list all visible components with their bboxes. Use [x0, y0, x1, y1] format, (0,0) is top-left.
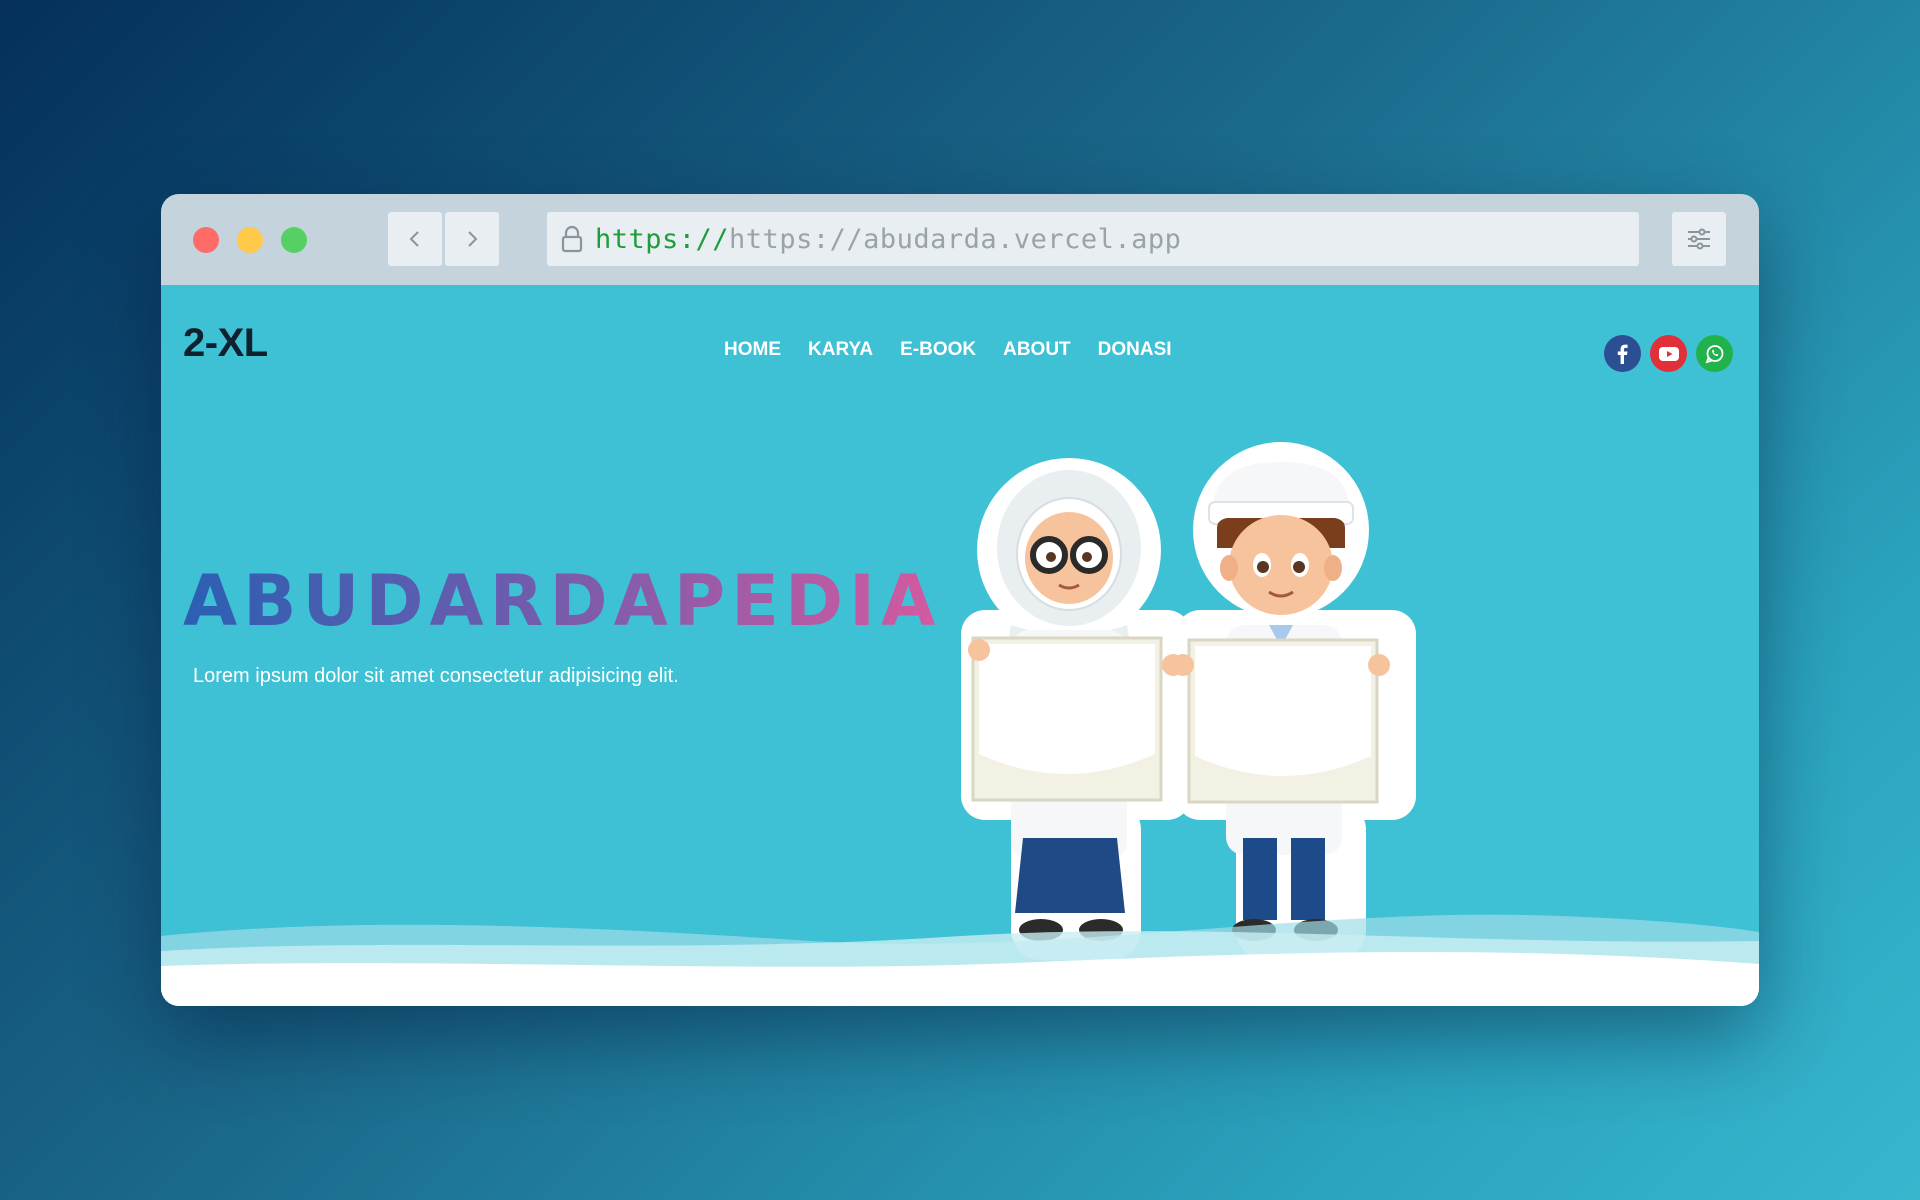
- lock-icon: [559, 224, 585, 254]
- url-protocol: https://: [595, 223, 730, 255]
- whatsapp-icon: [1705, 344, 1723, 363]
- nav-ebook[interactable]: E-BOOK: [900, 339, 976, 361]
- facebook-button[interactable]: [1604, 335, 1641, 372]
- youtube-icon: [1658, 346, 1679, 361]
- minimize-window-button[interactable]: [237, 227, 263, 253]
- back-button[interactable]: [388, 212, 442, 266]
- main-nav: HOME KARYA E-BOOK ABOUT DONASI: [724, 339, 1199, 361]
- nav-karya[interactable]: KARYA: [808, 339, 873, 361]
- facebook-icon: [1617, 344, 1628, 364]
- nav-about[interactable]: ABOUT: [1003, 339, 1071, 361]
- nav-home[interactable]: HOME: [724, 339, 781, 361]
- address-bar[interactable]: https://https://abudarda.vercel.app: [547, 212, 1639, 266]
- nav-donasi[interactable]: DONASI: [1098, 339, 1172, 361]
- close-window-button[interactable]: [193, 227, 219, 253]
- site-logo[interactable]: 2-XL: [183, 321, 268, 366]
- wave-decoration: [161, 914, 1759, 1006]
- url-address: https://abudarda.vercel.app: [729, 223, 1182, 255]
- hero-title: ABUDARDAPEDIA: [183, 560, 942, 642]
- web-page: 2-XL HOME KARYA E-BOOK ABOUT DONASI ABUD…: [161, 285, 1759, 1006]
- hero-subtitle: Lorem ipsum dolor sit amet consectetur a…: [193, 665, 679, 687]
- chevron-left-icon: [409, 231, 419, 247]
- browser-titlebar: https://https://abudarda.vercel.app: [161, 194, 1759, 285]
- chevron-right-icon: [468, 231, 478, 247]
- url-text: https://https://abudarda.vercel.app: [595, 224, 1181, 255]
- whatsapp-button[interactable]: [1696, 335, 1733, 372]
- browser-window: https://https://abudarda.vercel.app 2-XL…: [161, 194, 1759, 1006]
- youtube-button[interactable]: [1650, 335, 1687, 372]
- settings-button[interactable]: [1672, 212, 1726, 266]
- kids-illustration: [961, 442, 1416, 960]
- maximize-window-button[interactable]: [281, 227, 307, 253]
- forward-button[interactable]: [445, 212, 499, 266]
- sliders-icon: [1688, 228, 1710, 250]
